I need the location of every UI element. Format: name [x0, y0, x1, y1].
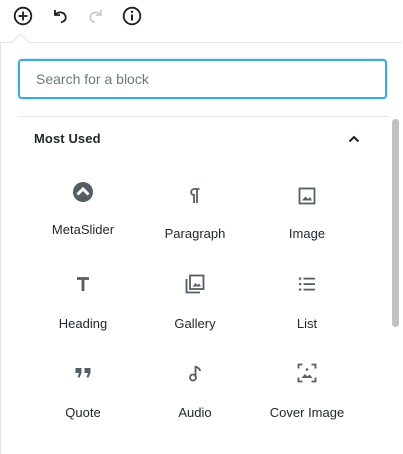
block-list[interactable]: List	[251, 264, 363, 344]
audio-icon	[183, 361, 207, 385]
block-gallery[interactable]: Gallery	[139, 264, 251, 344]
chevron-up-icon	[344, 129, 364, 149]
block-quote[interactable]: Quote	[27, 353, 139, 433]
heading-icon	[71, 272, 95, 296]
block-info-button[interactable]	[120, 4, 144, 28]
redo-icon	[86, 6, 106, 26]
block-image[interactable]: Image	[251, 170, 363, 250]
editor-toolbar	[0, 0, 403, 34]
block-search	[18, 59, 387, 99]
block-label: Cover Image	[269, 405, 345, 420]
gallery-icon	[183, 272, 207, 296]
quote-icon	[71, 361, 95, 385]
add-block-button[interactable]	[11, 4, 35, 28]
undo-icon	[50, 6, 70, 26]
panel-title: Most Used	[34, 131, 101, 146]
block-label: Gallery	[174, 316, 216, 331]
block-label: MetaSlider	[51, 222, 115, 237]
most-used-panel-toggle[interactable]: Most Used	[18, 117, 388, 161]
info-icon	[122, 6, 142, 26]
image-icon	[295, 184, 319, 208]
block-label: Image	[288, 226, 326, 241]
list-icon	[295, 272, 319, 296]
block-cover-image[interactable]: Cover Image	[251, 353, 363, 433]
block-heading[interactable]: Heading	[27, 264, 139, 344]
block-audio[interactable]: Audio	[139, 353, 251, 433]
cover-image-icon	[295, 361, 319, 385]
undo-button[interactable]	[48, 4, 72, 28]
redo-button[interactable]	[84, 4, 108, 28]
block-metaslider[interactable]: MetaSlider	[27, 170, 139, 250]
block-label: Quote	[65, 405, 101, 420]
block-label: Audio	[178, 405, 212, 420]
paragraph-icon	[183, 184, 207, 208]
metaslider-icon	[71, 180, 95, 204]
block-label: Heading	[58, 316, 108, 331]
scrollbar-thumb[interactable]	[392, 119, 399, 327]
block-label: Paragraph	[164, 226, 226, 241]
block-label: List	[296, 316, 318, 331]
plus-circle-icon	[13, 6, 33, 26]
block-search-input[interactable]	[18, 59, 387, 99]
block-paragraph[interactable]: Paragraph	[139, 170, 251, 250]
